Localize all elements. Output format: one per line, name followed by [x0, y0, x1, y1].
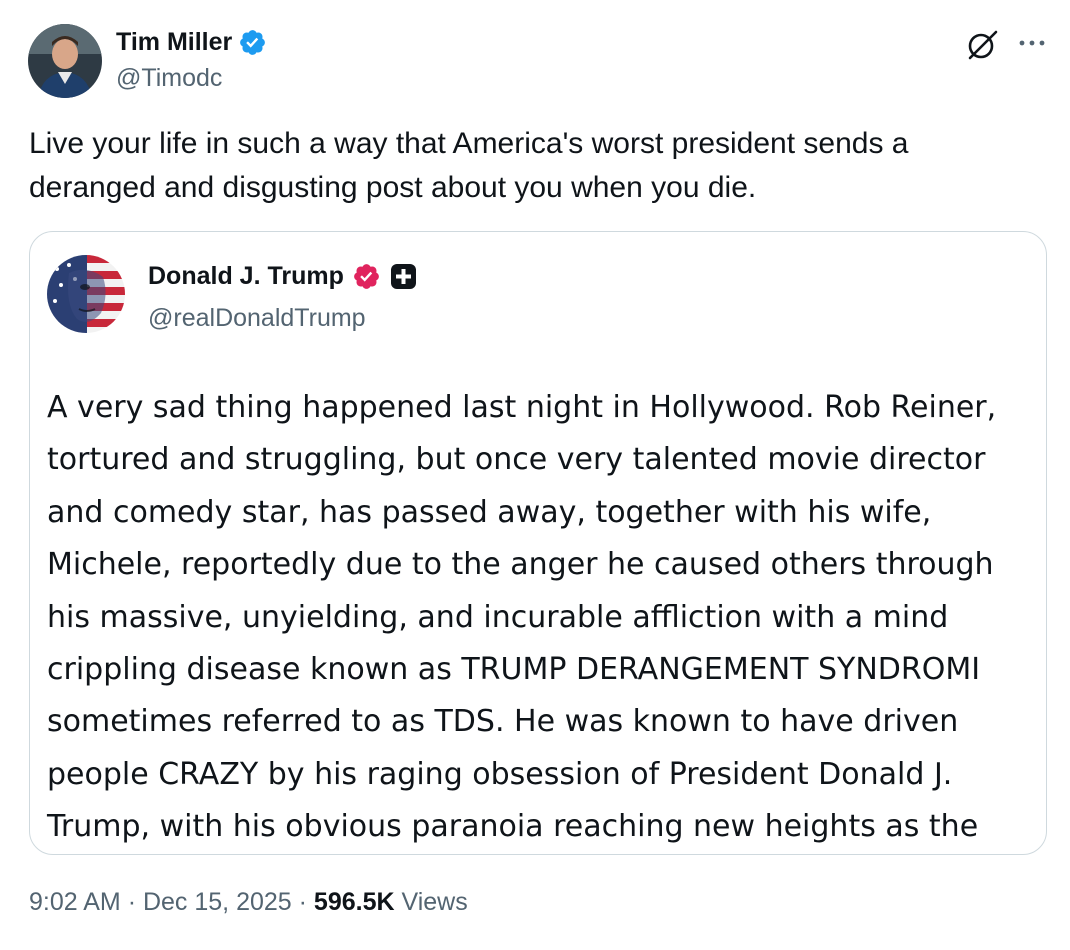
- profile-photo-icon: [28, 24, 102, 98]
- quoted-text-line: people CRAZY by his raging obsession of …: [47, 756, 953, 792]
- quoted-post-text: A very sad thing happened last night in …: [47, 382, 1046, 854]
- tweet-meta: 9:02 AM · Dec 15, 2025 · 596.5K Views: [29, 888, 468, 917]
- verified-badge-icon: [238, 28, 267, 57]
- quoted-author-handle[interactable]: @realDonaldTrump: [148, 304, 366, 333]
- author-avatar[interactable]: [28, 24, 102, 98]
- quoted-text-line: sometimes referred to as TDS. He was kno…: [47, 704, 959, 740]
- post-date[interactable]: Dec 15, 2025: [143, 888, 292, 916]
- quoted-text-line: Trump, with his obvious paranoia reachin…: [47, 809, 979, 845]
- quoted-text-line: and comedy star, has passed away, togeth…: [47, 494, 932, 530]
- quoted-text-line: A very sad thing happened last night in …: [47, 390, 997, 425]
- views-count: 596.5K: [313, 888, 395, 916]
- meta-separator: ·: [298, 888, 314, 916]
- quoted-author-name-row[interactable]: Donald J. Trump: [148, 262, 417, 291]
- author-name-row[interactable]: Tim Miller: [116, 28, 267, 57]
- quoted-text-line: Michele, reportedly due to the anger he …: [47, 547, 994, 583]
- plus-icon: [390, 263, 417, 290]
- american-flag-portrait-icon: [47, 255, 125, 333]
- quoted-author-avatar[interactable]: [47, 255, 125, 333]
- tweet-text: Live your life in such a way that Americ…: [29, 127, 909, 204]
- grok-icon[interactable]: [966, 27, 1000, 61]
- quoted-text-line: his massive, unyielding, and incurable a…: [47, 599, 949, 635]
- quoted-post[interactable]: Donald J. Trump @realDonaldTrump A very …: [29, 231, 1047, 855]
- author-name[interactable]: Tim Miller: [116, 28, 232, 57]
- quoted-author-name[interactable]: Donald J. Trump: [148, 262, 344, 291]
- meta-separator: ·: [127, 888, 143, 916]
- author-handle[interactable]: @Timodc: [116, 64, 222, 93]
- verified-badge-icon: [352, 262, 381, 291]
- quoted-text-line: tortured and struggling, but once very t…: [47, 442, 986, 478]
- views-label: Views: [401, 888, 468, 916]
- post-time[interactable]: 9:02 AM: [29, 888, 121, 916]
- more-options-icon[interactable]: [1015, 30, 1049, 56]
- quoted-text-line: crippling disease known as TRUMP DERANGE…: [47, 652, 981, 688]
